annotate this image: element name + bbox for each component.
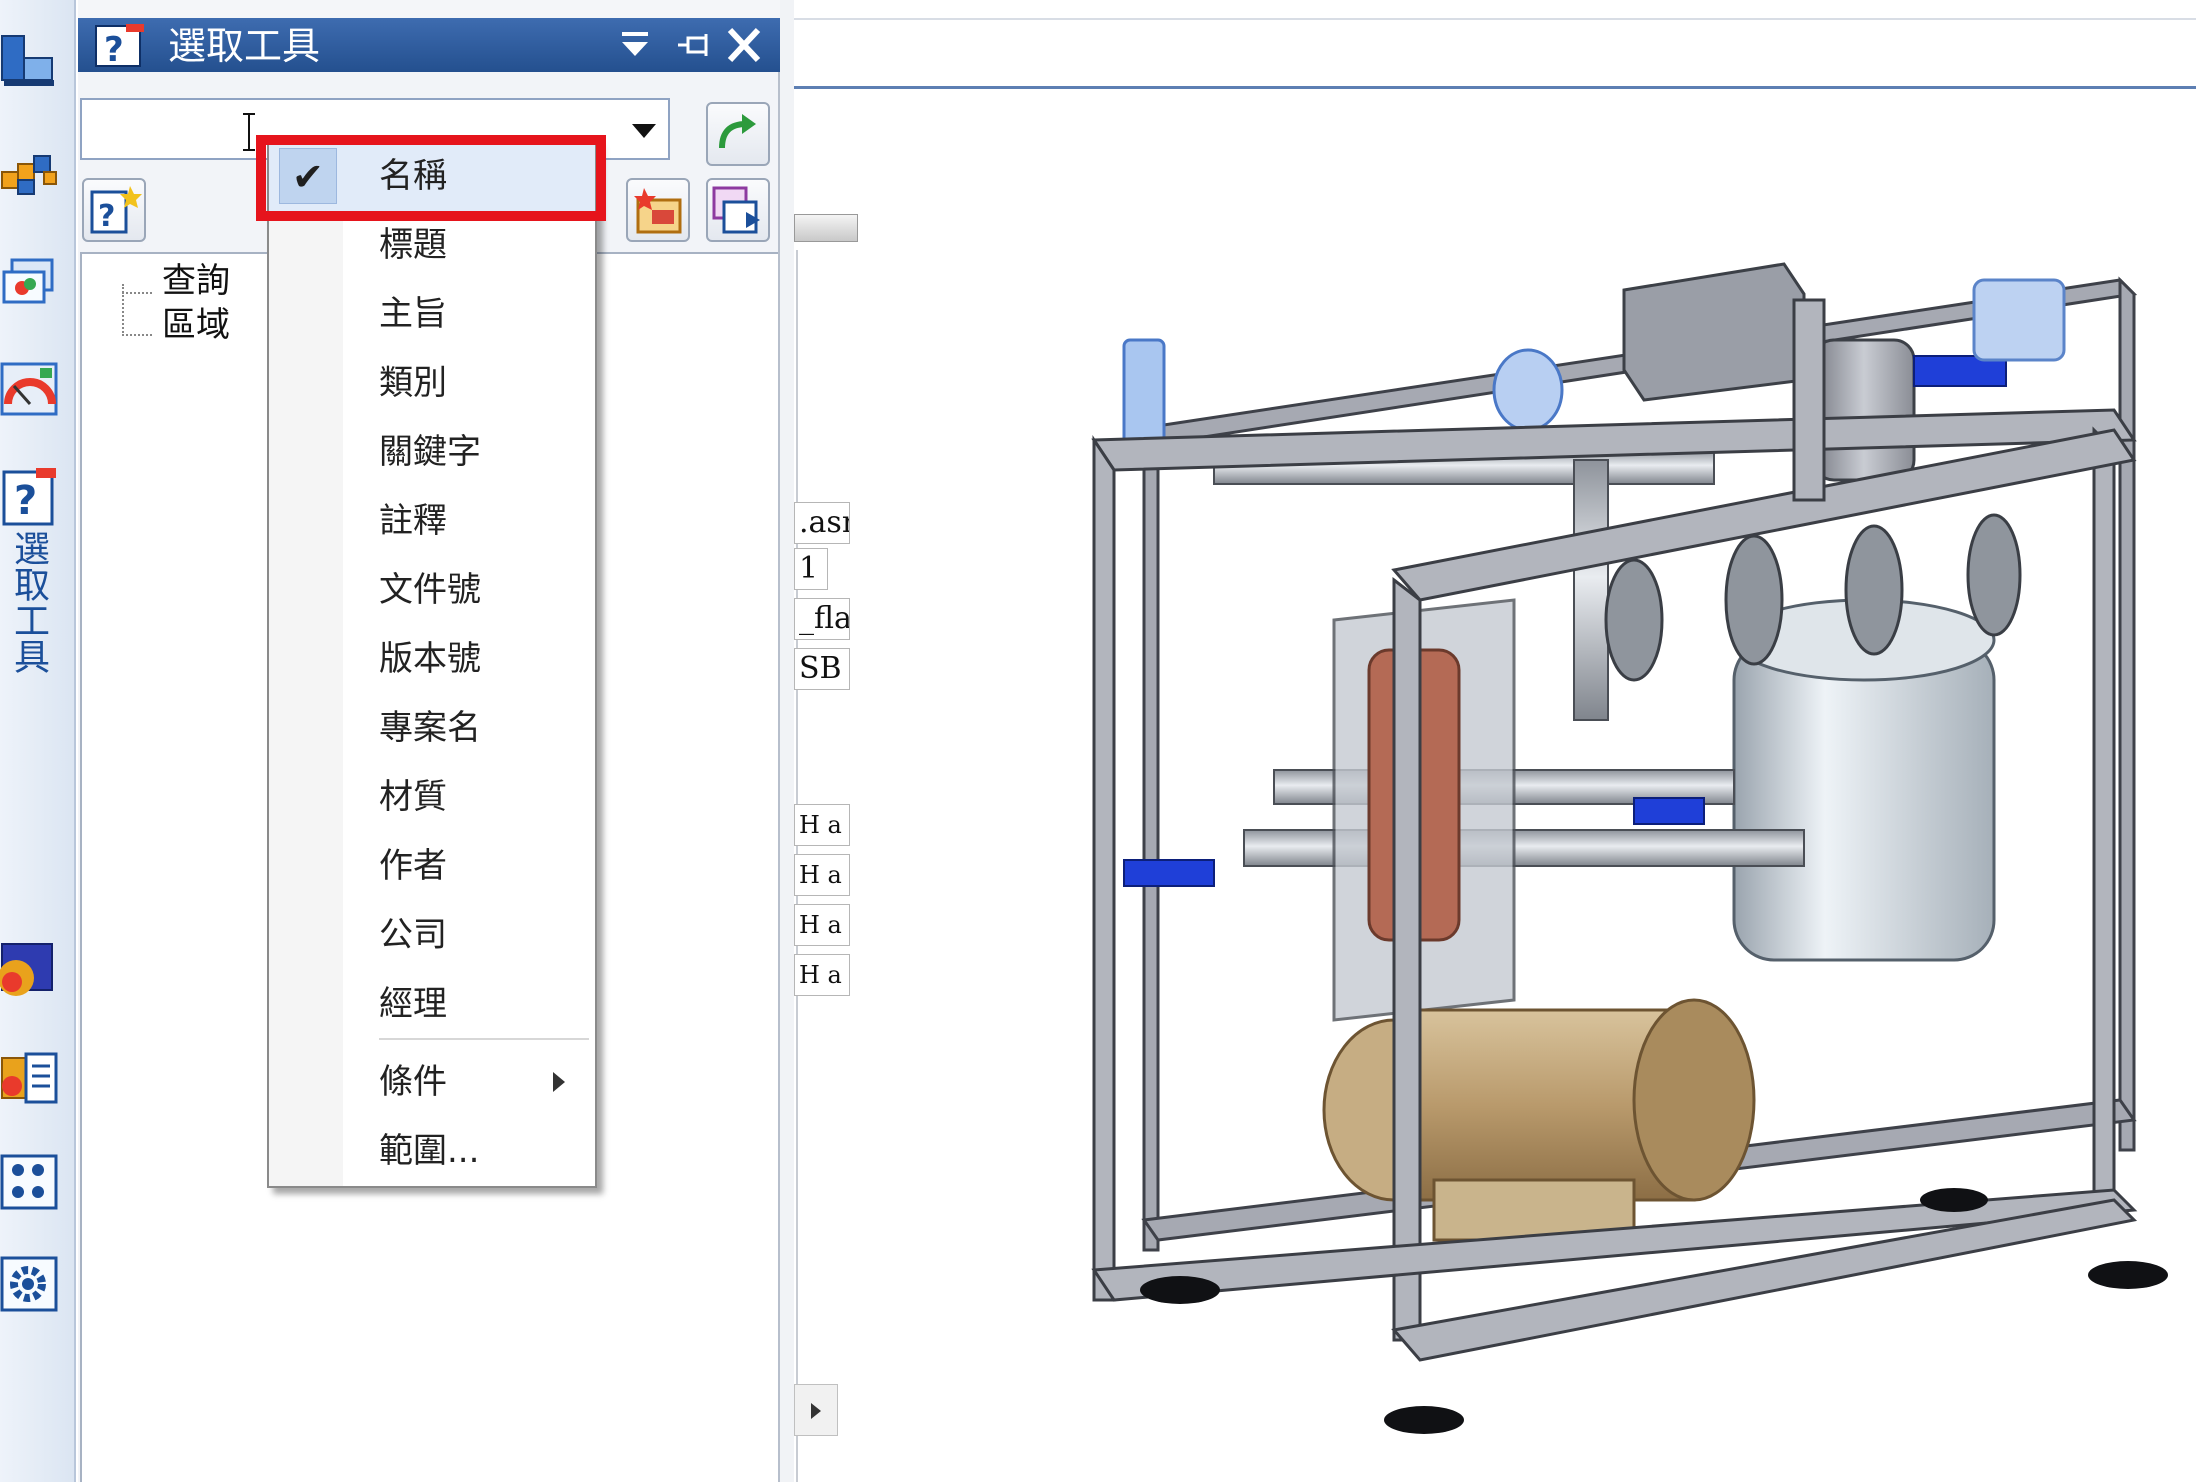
application-window: ? 選取工具 ? 選取工具 ? 查詢 區域 .as 1 _fla SB H a …	[0, 0, 2196, 1482]
properties-list-icon[interactable]	[0, 1048, 60, 1108]
menu-item-label: 作者	[379, 846, 447, 886]
svg-text:?: ?	[98, 199, 115, 234]
menu-item-label: 條件	[379, 1062, 447, 1102]
menu-item-label: 材質	[379, 777, 447, 817]
query-tool-icon[interactable]: ?	[0, 468, 60, 528]
menu-item-subject[interactable]: 主旨	[269, 280, 595, 349]
export-button[interactable]	[706, 178, 770, 242]
pump-skid-model-image	[1091, 262, 2168, 1434]
highlight-icon	[634, 188, 682, 234]
tree-connector-branch	[122, 334, 152, 336]
layers-icon[interactable]	[0, 254, 60, 314]
vertical-tab-label[interactable]: 選取工具	[6, 530, 50, 674]
assembly-icon[interactable]	[0, 30, 60, 90]
background-fragment: SB	[794, 648, 850, 690]
panel-title: 選取工具	[168, 24, 321, 68]
svg-text:?: ?	[14, 478, 37, 524]
menu-item-label: 經理	[379, 984, 447, 1024]
menu-item-label: 主旨	[379, 294, 447, 334]
pin-icon[interactable]	[674, 24, 714, 66]
background-fragment: H a	[794, 804, 850, 846]
background-scroll-button[interactable]	[794, 1384, 838, 1436]
left-icon-bar: ? 選取工具	[0, 0, 76, 1482]
component-blocks-icon[interactable]	[0, 142, 60, 202]
red-highlight-annotation	[256, 135, 606, 221]
menu-item-label: 關鍵字	[379, 432, 481, 472]
background-fragment: _fla	[794, 598, 850, 640]
tree-connector-branch	[122, 292, 152, 294]
menu-item-label: 標題	[379, 225, 447, 265]
settings-gear-icon[interactable]	[0, 1254, 60, 1314]
dropdown-menu-icon[interactable]	[616, 24, 656, 66]
menu-item-title[interactable]: 標題	[269, 211, 595, 280]
background-fragment: H a	[794, 904, 850, 946]
background-fragment: .asn	[794, 502, 850, 544]
gauge-icon[interactable]	[0, 360, 60, 420]
menu-item-comments[interactable]: 註釋	[269, 487, 595, 556]
menu-item-label: 類別	[379, 363, 447, 403]
property-dropdown-menu: ✔ 名稱 標題 主旨 類別 關鍵字 註釋 文件號 版本號 專案名 材質 作者 公…	[267, 140, 597, 1188]
panel-top-strip	[78, 0, 780, 18]
new-query-icon: ?	[90, 186, 142, 234]
model-viewport[interactable]	[794, 0, 2196, 1482]
menu-item-label: 註釋	[379, 501, 447, 541]
new-query-button[interactable]: ?	[82, 178, 146, 242]
menu-separator	[379, 1038, 589, 1040]
background-fragment: H a	[794, 854, 850, 896]
grid-icon[interactable]	[0, 1152, 60, 1212]
tree-node-area[interactable]: 區域	[162, 304, 230, 346]
background-scrollbar-thumb	[794, 214, 858, 242]
menu-item-manager[interactable]: 經理	[269, 970, 595, 1039]
chevron-down-icon[interactable]	[632, 124, 656, 138]
close-icon[interactable]	[724, 24, 764, 66]
export-icon	[712, 186, 760, 234]
menu-item-category[interactable]: 類別	[269, 349, 595, 418]
apply-arrow-icon	[719, 114, 756, 149]
chevron-right-icon	[811, 1403, 821, 1419]
menu-item-label: 專案名	[379, 708, 481, 748]
submenu-arrow-icon	[553, 1072, 565, 1092]
background-fragment: 1	[794, 548, 828, 590]
svg-text:?: ?	[104, 30, 124, 68]
menu-item-document-number[interactable]: 文件號	[269, 556, 595, 625]
vertical-tab-text: 選取工具	[8, 530, 49, 674]
menu-item-author[interactable]: 作者	[269, 832, 595, 901]
menu-item-project-name[interactable]: 專案名	[269, 694, 595, 763]
menu-item-material[interactable]: 材質	[269, 763, 595, 832]
menu-item-keywords[interactable]: 關鍵字	[269, 418, 595, 487]
menu-item-label: 版本號	[379, 639, 481, 679]
splitter[interactable]	[780, 0, 794, 1482]
highlight-button[interactable]	[626, 178, 690, 242]
menu-item-label: 文件號	[379, 570, 481, 610]
menu-item-label: 公司	[379, 915, 447, 955]
menu-item-company[interactable]: 公司	[269, 901, 595, 970]
menu-item-conditions[interactable]: 條件	[269, 1048, 595, 1117]
heatmap-icon[interactable]	[0, 938, 60, 998]
apply-button[interactable]	[706, 102, 770, 166]
background-fragment: H a	[794, 954, 850, 996]
menu-item-range[interactable]: 範圍...	[269, 1117, 595, 1186]
tree-node-query[interactable]: 查詢	[162, 260, 230, 302]
help-query-icon: ?	[94, 24, 146, 70]
menu-item-label: 範圍...	[379, 1131, 480, 1171]
menu-item-revision-number[interactable]: 版本號	[269, 625, 595, 694]
panel-title-bar: ? 選取工具	[78, 18, 780, 72]
